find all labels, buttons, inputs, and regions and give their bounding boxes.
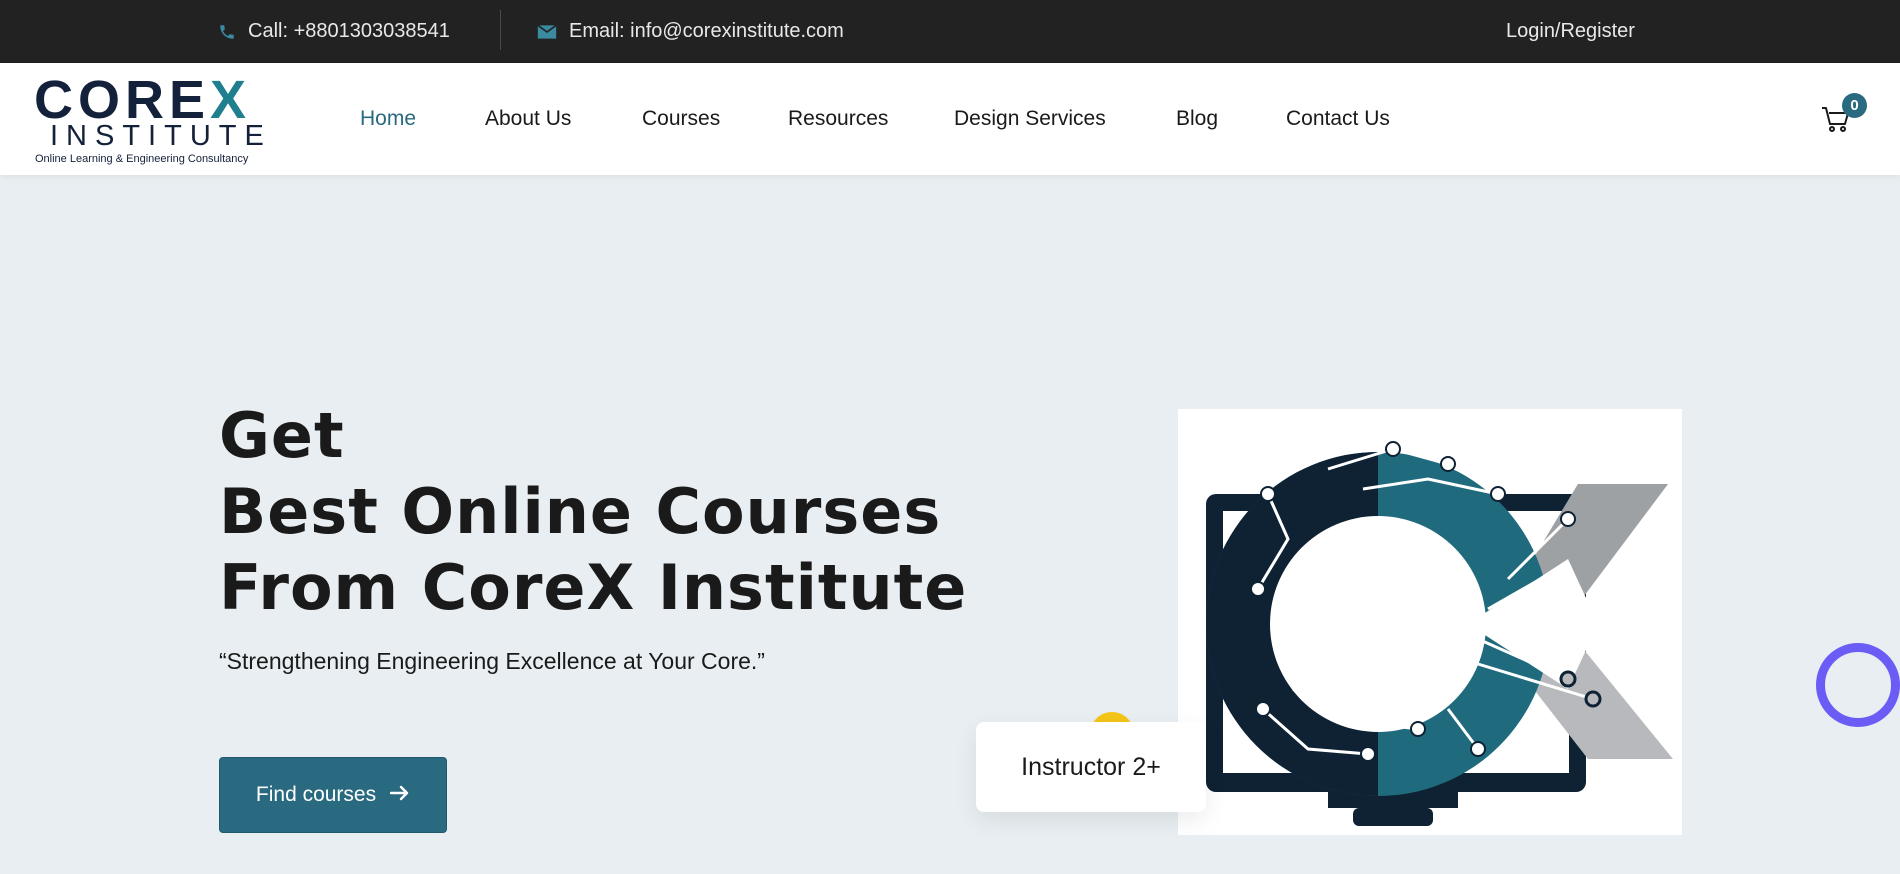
email-contact[interactable]: Email: info@corexinstitute.com — [537, 0, 844, 63]
phone-icon — [218, 23, 236, 41]
arrow-right-icon — [389, 783, 410, 807]
nav-contact-us[interactable]: Contact Us — [1286, 107, 1390, 131]
find-courses-button[interactable]: Find courses — [219, 757, 447, 833]
login-register-link[interactable]: Login/Register — [1506, 0, 1635, 63]
cart-button[interactable]: 0 — [1820, 93, 1867, 139]
envelope-icon — [537, 24, 557, 40]
nav-blog[interactable]: Blog — [1176, 107, 1218, 131]
site-logo[interactable]: COREX INSTITUTE Online Learning & Engine… — [31, 69, 276, 169]
hero-title-line-2: Best Online Courses — [219, 475, 942, 548]
nav-home[interactable]: Home — [360, 107, 416, 131]
main-header: COREX INSTITUTE Online Learning & Engine… — [0, 63, 1900, 175]
hero-title: Get Best Online Courses From CoreX Insti… — [219, 398, 967, 626]
topbar-divider — [500, 10, 501, 50]
nav-about-us[interactable]: About Us — [485, 107, 571, 131]
phone-contact[interactable]: Call: +8801303038541 — [218, 0, 450, 63]
hero-title-line-3: From CoreX Institute — [219, 551, 968, 624]
hero-title-line-1: Get — [219, 399, 345, 472]
nav-design-services[interactable]: Design Services — [954, 107, 1106, 131]
phone-text: Call: +8801303038541 — [248, 20, 450, 42]
top-contact-bar: Call: +8801303038541 Email: info@corexin… — [0, 0, 1900, 63]
hero-tagline: “Strengthening Engineering Excellence at… — [219, 648, 765, 674]
cart-icon — [1820, 107, 1852, 139]
logo-tagline: Online Learning & Engineering Consultanc… — [35, 153, 249, 165]
logo-wordmark: COREX — [34, 70, 252, 130]
nav-courses[interactable]: Courses — [642, 107, 720, 131]
instructor-badge-card: Instructor 2+ — [976, 722, 1206, 812]
cart-count-badge: 0 — [1842, 93, 1867, 118]
nav-resources[interactable]: Resources — [788, 107, 888, 131]
find-courses-label: Find courses — [255, 783, 377, 806]
logo-subtitle: INSTITUTE — [50, 120, 272, 152]
hero-logo-image — [1178, 409, 1682, 835]
email-text: Email: info@corexinstitute.com — [569, 20, 844, 42]
decorative-purple-ring — [1816, 643, 1900, 727]
